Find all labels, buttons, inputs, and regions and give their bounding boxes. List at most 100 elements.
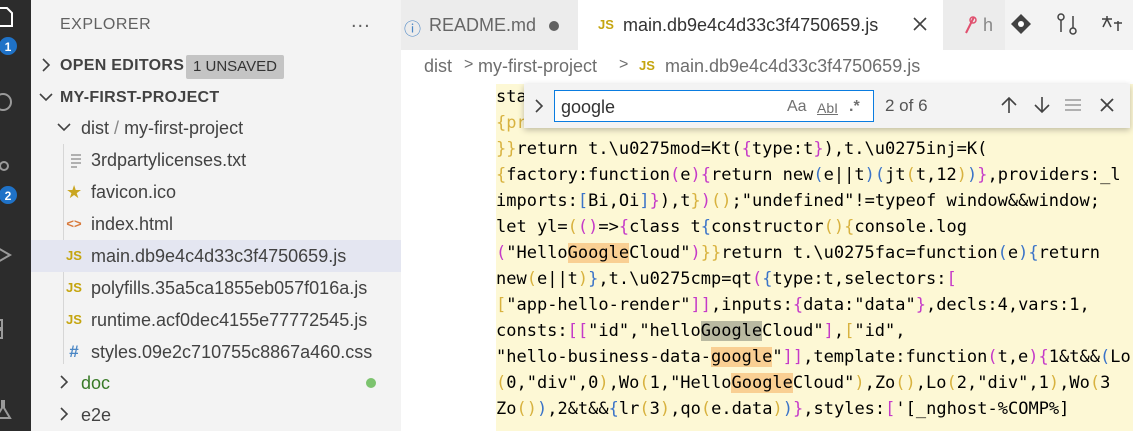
- arrow-down-icon[interactable]: [1032, 95, 1052, 115]
- file-name: polyfills.35a5ca1855eb057f016a.js: [91, 278, 368, 298]
- activity-bar: 1 2: [0, 0, 31, 431]
- lines-icon: [71, 154, 81, 168]
- file-item-selected[interactable]: JS main.db9e4c4d33c3f4750659.js: [31, 240, 401, 272]
- code-view[interactable]: sta {pr }}return t.\u0275mod=Kt({type:t}…: [496, 84, 1133, 431]
- find-input[interactable]: google Aa AbI .*: [554, 90, 874, 122]
- extensions-icon[interactable]: [0, 318, 16, 340]
- tab-label: README.md: [429, 15, 537, 35]
- code-line: {pr: [496, 113, 527, 133]
- star-icon: ★: [66, 182, 83, 202]
- close-icon[interactable]: [912, 16, 928, 32]
- js-icon: JS: [598, 17, 614, 32]
- file-name: styles.09e2c710755c8867a460.css: [91, 342, 373, 362]
- explorer-title: EXPLORER: [60, 16, 152, 33]
- breadcrumb-file[interactable]: main.db9e4c4d33c3f4750659.js: [665, 56, 920, 77]
- js-icon: JS: [66, 312, 82, 327]
- code-line: (0,"div",0),Wo(1,"HelloGoogleCloud"),Zo(…: [496, 373, 1111, 393]
- files-icon[interactable]: [0, 6, 16, 28]
- find-in-selection-icon[interactable]: [1063, 95, 1083, 115]
- chevron-right-icon: [60, 375, 69, 389]
- find-input-value: google: [561, 97, 616, 117]
- hash-icon: #: [69, 342, 79, 361]
- testing-icon[interactable]: [0, 398, 16, 420]
- file-name: index.html: [91, 214, 174, 234]
- file-name: main.db9e4c4d33c3f4750659.js: [91, 246, 347, 266]
- explorer-sidebar: EXPLORER ... OPEN EDITORS 1 UNSAVED MY-F…: [31, 0, 401, 431]
- open-editors-label: OPEN EDITORS: [60, 57, 185, 74]
- files-badge: 1: [0, 36, 18, 56]
- chevron-right-icon: [60, 407, 69, 421]
- tab-other[interactable]: h: [943, 0, 1005, 50]
- tab-label: main.db9e4c4d33c3f4750659.js: [623, 15, 879, 35]
- file-name: favicon.ico: [91, 182, 177, 202]
- breadcrumb: dist > my-first-project > JS main.db9e4c…: [401, 50, 1133, 84]
- search-icon[interactable]: [0, 92, 16, 114]
- js-icon: JS: [66, 248, 82, 263]
- folder-name: dist / my-first-project: [81, 118, 244, 138]
- tab-bar: ⓘ README.md JS main.db9e4c4d33c3f4750659…: [401, 0, 1133, 50]
- code-line: }}return t.\u0275mod=Kt({type:t}),t.\u02…: [496, 139, 988, 159]
- source-control-badge: 2: [0, 185, 18, 205]
- more-actions-icon[interactable]: ...: [351, 10, 371, 33]
- breadcrumb-separator: >: [619, 56, 629, 73]
- file-item[interactable]: ★ favicon.ico: [31, 176, 401, 208]
- match-count: 2 of 6: [885, 96, 928, 115]
- regex-icon[interactable]: .*: [849, 98, 860, 116]
- search-match: Google: [567, 243, 630, 263]
- code-line: ("HelloGoogleCloud")}}return t.\u0275fac…: [496, 243, 1101, 263]
- breadcrumb-separator: >: [464, 56, 474, 73]
- close-icon[interactable]: [1097, 95, 1117, 115]
- file-item[interactable]: <> index.html: [31, 208, 401, 240]
- chevron-down-icon: [39, 93, 53, 102]
- code-line: Zo()),2&t&&{lr(3),qo(e.data))},styles:['…: [496, 399, 1070, 419]
- unsaved-dot-icon[interactable]: [549, 21, 559, 31]
- chevron-down-icon: [57, 123, 71, 132]
- search-match: google: [710, 347, 773, 367]
- code-line: sta: [496, 87, 527, 107]
- match-case-icon[interactable]: Aa: [787, 98, 807, 116]
- source-control-icon[interactable]: [0, 160, 16, 182]
- file-item[interactable]: 3rdpartylicenses.txt: [31, 144, 401, 176]
- tab-label: h: [983, 15, 994, 35]
- code-line: new(e||t)},t.\u0275cmp=qt({type:t,select…: [496, 269, 957, 289]
- arrow-up-icon[interactable]: [999, 95, 1019, 115]
- breadcrumb-folder[interactable]: my-first-project: [478, 56, 597, 77]
- project-label: MY-FIRST-PROJECT: [60, 89, 220, 106]
- code-line: let yl=(()=>{class t{constructor(){conso…: [496, 217, 967, 237]
- tab-main-js[interactable]: JS main.db9e4c4d33c3f4750659.js: [578, 0, 943, 50]
- html-icon: <>: [66, 216, 82, 231]
- explorer-header: EXPLORER ...: [31, 0, 401, 50]
- toggle-replace-chevron-icon[interactable]: [532, 98, 546, 114]
- folder-doc[interactable]: doc: [31, 367, 401, 399]
- translate-icon[interactable]: [1100, 13, 1124, 35]
- compare-icon[interactable]: [1056, 13, 1078, 35]
- file-item[interactable]: # styles.09e2c710755c8867a460.css: [31, 336, 401, 368]
- run-debug-icon[interactable]: [0, 244, 16, 266]
- git-icon: [965, 16, 977, 34]
- js-icon: JS: [66, 280, 82, 295]
- folder-name: e2e: [81, 405, 112, 425]
- tab-readme[interactable]: ⓘ README.md: [401, 0, 578, 50]
- folder-dist[interactable]: dist / my-first-project: [31, 112, 401, 144]
- file-name: 3rdpartylicenses.txt: [91, 150, 247, 170]
- file-name: runtime.acf0dec4155e77772545.js: [91, 310, 368, 330]
- js-icon: JS: [639, 58, 655, 73]
- editor-area: ⓘ README.md JS main.db9e4c4d33c3f4750659…: [401, 0, 1133, 431]
- code-line: ["app-hello-render"]],inputs:{data:"data…: [496, 295, 1090, 315]
- search-match: Google: [731, 373, 793, 393]
- current-search-match: Google: [700, 321, 763, 341]
- whole-word-icon[interactable]: AbI: [817, 100, 838, 116]
- code-line: "hello-business-data-google"]],template:…: [496, 347, 1131, 367]
- find-widget: google Aa AbI .* 2 of 6: [524, 84, 1130, 128]
- file-item[interactable]: JS polyfills.35a5ca1855eb057f016a.js: [31, 272, 401, 304]
- code-line: {factory:function(e){return new(e||t)(jt…: [496, 165, 1121, 185]
- folder-e2e[interactable]: e2e: [31, 399, 401, 431]
- folder-name: doc: [81, 373, 111, 393]
- code-line: imports:[Bi,Oi]}),t})();"undefined"!=typ…: [496, 191, 1100, 211]
- breadcrumb-dist[interactable]: dist: [424, 56, 452, 77]
- file-item[interactable]: JS runtime.acf0dec4155e77772545.js: [31, 304, 401, 336]
- git-status-dot: [366, 378, 376, 388]
- info-icon: ⓘ: [404, 20, 421, 39]
- open-changes-icon[interactable]: [1010, 13, 1032, 35]
- project-section[interactable]: MY-FIRST-PROJECT: [31, 82, 401, 114]
